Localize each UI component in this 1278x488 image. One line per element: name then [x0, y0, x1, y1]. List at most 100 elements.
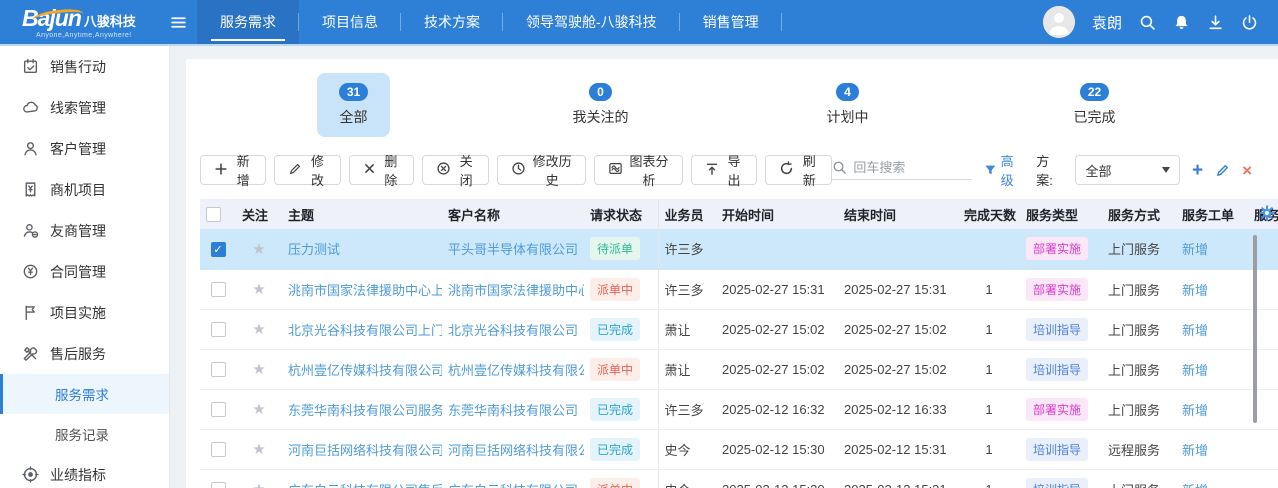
ticket-add-link[interactable]: 新增 [1182, 403, 1208, 418]
service-type-badge: 培训指导 [1026, 478, 1088, 488]
edit-scheme-button[interactable] [1215, 163, 1230, 178]
add-scheme-button[interactable]: + [1192, 161, 1203, 180]
add-button[interactable]: 新增 [200, 155, 266, 185]
ticket-add-link[interactable]: 新增 [1182, 283, 1208, 298]
customer-link[interactable]: 洮南市国家法律援助中心 [448, 283, 584, 298]
table-row: ★广东白云科技有限公司售后...广东白云科技有限公司派单中史今2025-02-1… [200, 469, 1278, 488]
advanced-filter-button[interactable]: 高级 [984, 151, 1024, 189]
scheme-select[interactable]: 全部 [1075, 155, 1179, 185]
summary-tab-inner: 22已完成 [1052, 73, 1138, 137]
ticket-add-link[interactable]: 新增 [1182, 242, 1208, 257]
user-avatar[interactable] [1043, 6, 1075, 38]
star-icon[interactable]: ★ [252, 481, 265, 488]
subject-link[interactable]: 洮南市国家法律援助中心上... [288, 283, 442, 298]
select-all-checkbox[interactable] [206, 207, 221, 222]
cell-service-type: 培训指导 [1020, 429, 1102, 469]
cell-customer: 杭州壹亿传媒科技有限公司 [442, 349, 584, 389]
summary-tab-all[interactable]: 31全部 [230, 73, 477, 137]
row-checkbox[interactable] [211, 402, 226, 417]
sidebar-subitem-service-request[interactable]: 服务需求 [0, 374, 169, 414]
sidebar-item-contracts[interactable]: 合同管理 [0, 251, 169, 292]
sidebar-item-implementation[interactable]: 项目实施 [0, 292, 169, 333]
customer-link[interactable]: 广东白云科技有限公司 [448, 483, 578, 488]
user-name[interactable]: 袁朗 [1092, 12, 1122, 33]
circle-x-icon [436, 161, 451, 179]
history-button[interactable]: 修改历史 [497, 155, 586, 185]
subject-link[interactable]: 压力测试 [288, 242, 340, 257]
delete-scheme-button[interactable]: × [1242, 162, 1252, 179]
customer-link[interactable]: 北京光谷科技有限公司 [448, 323, 578, 338]
star-icon[interactable]: ★ [252, 401, 265, 418]
search-icon[interactable] [1139, 14, 1156, 31]
main-nav-tabs: 服务需求项目信息技术方案领导驾驶舱-八骏科技销售管理 [197, 0, 782, 44]
search-input[interactable] [853, 160, 971, 175]
refresh-icon [779, 161, 794, 179]
nav-tab-leader-dashboard[interactable]: 领导驾驶舱-八骏科技 [503, 0, 680, 44]
row-checkbox[interactable]: ✓ [211, 242, 226, 257]
subject-link[interactable]: 河南巨括网络科技有限公司... [288, 443, 442, 458]
subject-link[interactable]: 北京光谷科技有限公司上门... [288, 323, 442, 338]
nav-tab-technical-plan[interactable]: 技术方案 [401, 0, 503, 44]
row-checkbox[interactable] [211, 482, 226, 488]
row-checkbox[interactable] [211, 282, 226, 297]
edit-button[interactable]: 修改 [274, 155, 340, 185]
subject-link[interactable]: 杭州壹亿传媒科技有限公司... [288, 363, 442, 378]
row-checkbox[interactable] [211, 322, 226, 337]
cell-service-type: 部署实施 [1020, 269, 1102, 309]
refresh-button[interactable]: 刷新 [765, 155, 832, 185]
summary-tab-followed[interactable]: 0我关注的 [477, 73, 724, 137]
bell-icon[interactable] [1173, 14, 1190, 31]
customer-link[interactable]: 杭州壹亿传媒科技有限公司 [448, 363, 584, 378]
row-checkbox[interactable] [211, 362, 226, 377]
star-icon[interactable]: ★ [252, 281, 265, 298]
column-header-5: 开始时间 [716, 199, 838, 229]
subject-link[interactable]: 广东白云科技有限公司售后... [288, 483, 442, 488]
customer-link[interactable]: 东莞华南科技有限公司 [448, 403, 578, 418]
close-button[interactable]: 关闭 [422, 155, 489, 185]
export-button[interactable]: 导出 [691, 155, 757, 185]
cell-start-time: 2025-02-27 15:02 [716, 349, 838, 389]
summary-tab-inner: 31全部 [317, 73, 390, 137]
sidebar-item-leads[interactable]: 线索管理 [0, 87, 169, 128]
sidebar-item-after-sales[interactable]: 售后服务 [0, 333, 169, 374]
row-checkbox[interactable] [211, 442, 226, 457]
ticket-add-link[interactable]: 新增 [1182, 363, 1208, 378]
subject-link[interactable]: 东莞华南科技有限公司服务... [288, 403, 442, 418]
vertical-scrollbar[interactable] [1253, 235, 1257, 423]
summary-tab-done[interactable]: 22已完成 [971, 73, 1218, 137]
nav-tab-project-info[interactable]: 项目信息 [299, 0, 401, 44]
summary-tab-planned[interactable]: 4计划中 [724, 73, 971, 137]
service-type-badge: 培训指导 [1026, 318, 1088, 341]
nav-tab-service-request[interactable]: 服务需求 [197, 0, 299, 44]
funnel-icon [984, 163, 997, 177]
sidebar-subitem-service-record[interactable]: 服务记录 [0, 414, 169, 454]
hamburger-menu-icon[interactable] [170, 14, 187, 31]
nav-tab-sales-management[interactable]: 销售管理 [680, 0, 782, 44]
scheme-selected-value: 全部 [1085, 161, 1111, 180]
cell-days [958, 229, 1020, 269]
delete-button[interactable]: 删除 [349, 155, 414, 185]
sidebar-item-sales-action[interactable]: 销售行动 [0, 46, 169, 87]
customer-link[interactable]: 平头哥半导体有限公司 [448, 242, 578, 257]
star-icon[interactable]: ★ [252, 241, 265, 258]
sidebar-item-partners[interactable]: 友商管理 [0, 210, 169, 251]
column-settings-gear-icon[interactable] [1259, 205, 1275, 226]
sidebar-item-opportunities[interactable]: 商机项目 [0, 169, 169, 210]
ticket-add-link[interactable]: 新增 [1182, 443, 1208, 458]
ticket-add-link[interactable]: 新增 [1182, 323, 1208, 338]
cell-customer: 洮南市国家法律援助中心 [442, 269, 584, 309]
download-icon[interactable] [1207, 14, 1224, 31]
chart-button[interactable]: 图表分析 [594, 155, 683, 185]
cell-service-method: 远程服务 [1102, 429, 1176, 469]
customer-link[interactable]: 河南巨括网络科技有限公司 [448, 443, 584, 458]
ticket-add-link[interactable]: 新增 [1182, 483, 1208, 488]
star-icon[interactable]: ★ [252, 361, 265, 378]
cell-select [200, 389, 236, 429]
star-icon[interactable]: ★ [252, 321, 265, 338]
star-icon[interactable]: ★ [252, 441, 265, 458]
cell-subject: 东莞华南科技有限公司服务... [282, 389, 442, 429]
sidebar-item-customers[interactable]: 客户管理 [0, 128, 169, 169]
power-icon[interactable] [1241, 14, 1258, 31]
sidebar-item-kpi[interactable]: 业绩指标 [0, 454, 169, 488]
cell-select [200, 309, 236, 349]
